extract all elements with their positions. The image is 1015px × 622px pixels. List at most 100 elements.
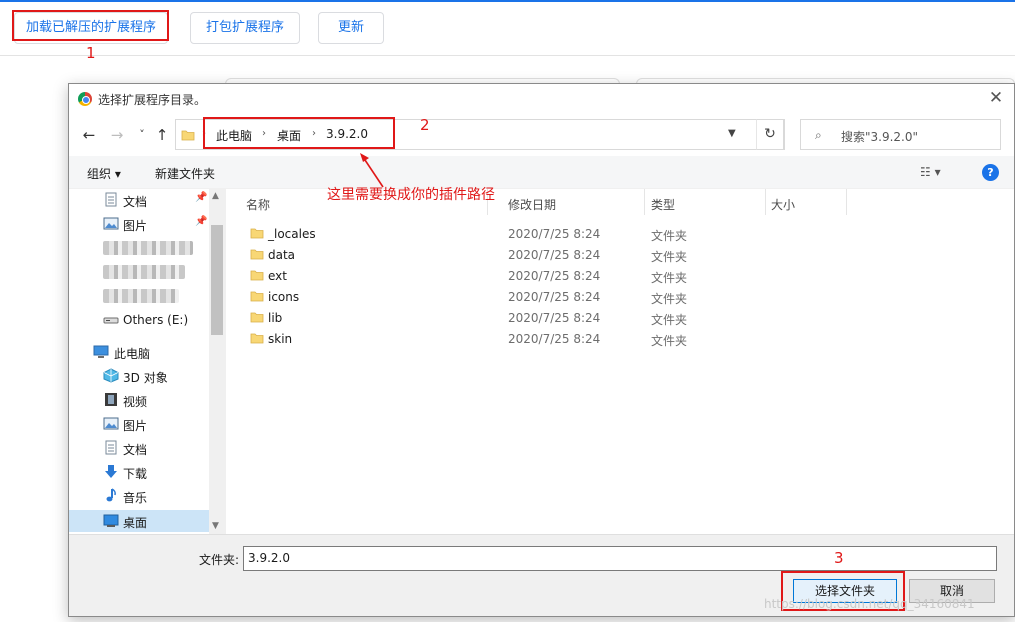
pin-icon: 📌 bbox=[195, 216, 208, 227]
column-header-date[interactable]: 修改日期 bbox=[488, 189, 645, 215]
nav-item-quick-pictures[interactable]: 图片 📌 bbox=[69, 213, 209, 235]
update-button[interactable]: 更新 bbox=[318, 12, 384, 44]
file-date: 2020/7/25 8:24 bbox=[508, 248, 601, 262]
file-name: lib bbox=[268, 311, 283, 325]
nav-item-pictures[interactable]: 图片 bbox=[69, 413, 209, 435]
file-name: _locales bbox=[268, 227, 316, 241]
column-header-label: 修改日期 bbox=[508, 198, 557, 212]
nav-item-3d-objects[interactable]: 3D 对象 bbox=[69, 365, 209, 387]
folder-icon bbox=[250, 228, 264, 239]
navigation-pane: 文档 📌 图片 📌 Others (E:) 此电脑 3D 对象 视频 图片 文档… bbox=[69, 189, 226, 534]
file-row[interactable]: ext 2020/7/25 8:24 文件夹 bbox=[226, 265, 846, 286]
address-dropdown-icon[interactable]: ▼ bbox=[728, 128, 736, 139]
file-date: 2020/7/25 8:24 bbox=[508, 269, 601, 283]
back-arrow-icon[interactable]: ← bbox=[79, 124, 99, 146]
document-icon bbox=[105, 440, 117, 455]
nav-item-music[interactable]: 音乐 bbox=[69, 485, 209, 507]
annotation-box-path bbox=[203, 117, 395, 149]
folder-icon bbox=[181, 130, 195, 141]
folder-name-input[interactable]: 3.9.2.0 bbox=[243, 546, 997, 571]
annotation-step-3: 3 bbox=[834, 549, 844, 567]
file-row[interactable]: _locales 2020/7/25 8:24 文件夹 bbox=[226, 223, 846, 244]
nav-item-videos[interactable]: 视频 bbox=[69, 389, 209, 411]
nav-item-quick-documents[interactable]: 文档 📌 bbox=[69, 189, 209, 211]
nav-item-label: 文档 bbox=[123, 443, 148, 457]
folder-label: 文件夹: bbox=[199, 553, 240, 567]
file-name: data bbox=[268, 248, 296, 262]
file-date: 2020/7/25 8:24 bbox=[508, 311, 601, 325]
file-row[interactable]: skin 2020/7/25 8:24 文件夹 bbox=[226, 328, 846, 349]
file-row[interactable]: data 2020/7/25 8:24 文件夹 bbox=[226, 244, 846, 265]
watermark: https://blog.csdn.net/qq_34160841 bbox=[764, 597, 975, 611]
refresh-icon[interactable]: ↻ bbox=[756, 119, 784, 150]
organize-menu[interactable]: 组织 ▾ bbox=[87, 165, 121, 182]
folder-icon bbox=[250, 333, 264, 344]
dialog-footer: 文件夹: 3.9.2.0 3 选择文件夹 取消 https://blog.csd… bbox=[69, 534, 1014, 616]
nav-item-downloads[interactable]: 下载 bbox=[69, 461, 209, 483]
annotation-arrow-icon bbox=[360, 153, 384, 188]
nav-item-this-pc[interactable]: 此电脑 bbox=[69, 341, 209, 363]
search-placeholder: 搜索"3.9.2.0" bbox=[841, 130, 919, 144]
picture-icon bbox=[103, 217, 119, 230]
nav-pane-scrollbar[interactable]: ▲ ▼ bbox=[209, 189, 226, 534]
nav-item-label: 音乐 bbox=[123, 491, 148, 505]
up-arrow-icon[interactable]: ↑ bbox=[152, 124, 172, 146]
nav-item-label: 桌面 bbox=[123, 516, 148, 530]
file-type: 文件夹 bbox=[651, 334, 688, 348]
document-icon bbox=[105, 192, 117, 207]
file-type: 文件夹 bbox=[651, 313, 688, 327]
scroll-down-icon[interactable]: ▼ bbox=[212, 521, 219, 531]
recent-locations-chevron-icon[interactable]: ˅ bbox=[132, 124, 152, 146]
file-row[interactable]: icons 2020/7/25 8:24 文件夹 bbox=[226, 286, 846, 307]
nav-item-label: 3D 对象 bbox=[123, 371, 168, 385]
dialog-titlebar: 选择扩展程序目录。 ✕ bbox=[69, 84, 1014, 114]
folder-icon bbox=[250, 312, 264, 323]
column-header-type[interactable]: 类型 bbox=[631, 189, 766, 215]
close-icon[interactable]: ✕ bbox=[986, 88, 1006, 108]
computer-icon bbox=[93, 345, 109, 358]
annotation-step-1: 1 bbox=[86, 44, 96, 62]
file-date: 2020/7/25 8:24 bbox=[508, 332, 601, 346]
nav-item-label: 此电脑 bbox=[114, 347, 151, 361]
nav-item-drive-e[interactable]: Others (E:) bbox=[69, 309, 209, 331]
column-header-label: 大小 bbox=[771, 198, 796, 212]
forward-arrow-icon[interactable]: → bbox=[107, 124, 127, 146]
file-type: 文件夹 bbox=[651, 250, 688, 264]
pack-extension-button[interactable]: 打包扩展程序 bbox=[190, 12, 300, 44]
nav-item-label: 视频 bbox=[123, 395, 148, 409]
blurred-nav-item bbox=[103, 265, 185, 279]
column-header-size[interactable]: 大小 bbox=[751, 189, 847, 215]
file-list: 名称 修改日期 类型 大小 这里需要换成你的插件路径 _locales 2020… bbox=[226, 153, 1014, 534]
3d-objects-icon bbox=[103, 368, 119, 383]
file-type: 文件夹 bbox=[651, 229, 688, 243]
nav-item-label: 图片 bbox=[123, 219, 148, 233]
folder-icon bbox=[250, 291, 264, 302]
blurred-nav-item bbox=[103, 289, 179, 303]
annotation-box-load-unpacked bbox=[12, 10, 169, 41]
nav-item-label: 图片 bbox=[123, 419, 148, 433]
folder-icon bbox=[250, 270, 264, 281]
select-folder-dialog: 选择扩展程序目录。 ✕ ← → ˅ ↑ › 此电脑 › 桌面 › 3.9.2.0… bbox=[68, 83, 1015, 617]
file-type: 文件夹 bbox=[651, 271, 688, 285]
blurred-nav-item bbox=[103, 241, 193, 255]
file-type: 文件夹 bbox=[651, 292, 688, 306]
file-row[interactable]: lib 2020/7/25 8:24 文件夹 bbox=[226, 307, 846, 328]
file-name: skin bbox=[268, 332, 293, 346]
new-folder-button[interactable]: 新建文件夹 bbox=[155, 165, 215, 182]
picture-icon bbox=[103, 417, 119, 430]
scrollbar-thumb[interactable] bbox=[211, 225, 223, 335]
download-icon bbox=[105, 465, 117, 478]
nav-item-documents[interactable]: 文档 bbox=[69, 437, 209, 459]
file-date: 2020/7/25 8:24 bbox=[508, 290, 601, 304]
column-header-label: 名称 bbox=[246, 198, 271, 212]
scroll-up-icon[interactable]: ▲ bbox=[212, 191, 219, 201]
video-icon bbox=[105, 393, 117, 406]
command-bar: 组织 ▾ 新建文件夹 ☷ ▾ ? bbox=[69, 156, 1014, 189]
view-options-icon[interactable]: ☷ ▾ bbox=[920, 165, 941, 179]
nav-item-desktop[interactable]: 桌面 bbox=[69, 510, 209, 532]
chrome-icon bbox=[78, 92, 92, 106]
annotation-path-note: 这里需要换成你的插件路径 bbox=[327, 187, 495, 203]
search-input[interactable]: ⌕ 搜索"3.9.2.0" bbox=[800, 119, 1001, 150]
help-icon[interactable]: ? bbox=[982, 164, 999, 181]
desktop-icon bbox=[103, 514, 119, 527]
